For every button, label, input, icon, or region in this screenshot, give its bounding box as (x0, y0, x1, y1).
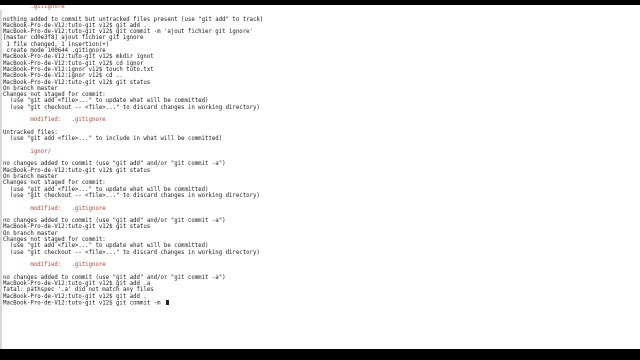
terminal-line-text: (use "git add <file>..." to update what … (3, 98, 209, 105)
terminal-line: (use "git checkout -- <file>..." to disc… (3, 250, 263, 256)
terminal-line-text: On branch master (3, 85, 58, 92)
terminal-line-text: Changes not staged for commit: (3, 236, 106, 243)
terminal-window[interactable]: .gitignore nothing added to commit but un… (0, 5, 640, 349)
terminal-line-text: .gitignore (3, 5, 65, 10)
terminal-prompt-line[interactable]: MacBook-Pro-de-V12:tuto-git v12$ git com… (3, 299, 263, 307)
terminal-line-text: MacBook-Pro-de-V12:tuto-git v12$ mkdir i… (3, 54, 154, 61)
terminal-line-text: no changes added to commit (use "git add… (3, 274, 226, 281)
window-edge (0, 10, 2, 349)
terminal-line-text: (use "git checkout -- <file>..." to disc… (3, 192, 260, 199)
terminal-line-text: MacBook-Pro-de-V12:tuto-git v12$ git sta… (3, 224, 151, 231)
terminal-line-text: (use "git add <file>..." to include in w… (3, 136, 223, 143)
terminal-line-text: MacBook-Pro-de-V12:ignor v12$ touch tuto… (3, 66, 154, 73)
terminal-line-text: On branch master (3, 174, 58, 181)
terminal-line-text: ignor/ (3, 148, 51, 155)
terminal-line-text: 1 file changed, 1 insertion(+) (3, 41, 110, 48)
terminal-line-text: nothing added to commit but untracked fi… (3, 16, 264, 23)
terminal-line-text: (use "git add <file>..." to update what … (3, 186, 209, 193)
terminal-line-text: Changes not staged for commit: (3, 180, 106, 187)
text-cursor (165, 299, 169, 306)
terminal-line-text: On branch master (3, 230, 58, 237)
terminal-line-text: modified: .gitignore (3, 205, 106, 212)
terminal-output: .gitignore nothing added to commit but un… (3, 5, 263, 306)
terminal-line-text: no changes added to commit (use "git add… (3, 218, 226, 225)
terminal-line-text: MacBook-Pro-de-V12:tuto-git v12$ git add… (3, 293, 147, 300)
terminal-line-text: fatal: pathspec '.a' did not match any f… (3, 287, 154, 294)
terminal-line-text: create mode 100644 .gitignore (3, 48, 106, 55)
terminal-line-text: (use "git checkout -- <file>..." to disc… (3, 249, 260, 256)
terminal-line-text: MacBook-Pro-de-V12:tuto-git v12$ git add… (3, 281, 151, 288)
terminal-line: (use "git checkout -- <file>..." to disc… (3, 105, 263, 111)
terminal-line-text: MacBook-Pro-de-V12:tuto-git v12$ git sta… (3, 79, 151, 86)
terminal-line-text: Untracked files: (3, 129, 58, 136)
terminal-line-text: MacBook-Pro-de-V12:ignor v12$ cd .. (3, 73, 123, 80)
terminal-line-text: MacBook-Pro-de-V12:tuto-git v12$ git com… (3, 29, 253, 36)
terminal-line-text: MacBook-Pro-de-V12:tuto-git v12$ git add… (3, 22, 147, 29)
terminal-line-text: Changes not staged for commit: (3, 92, 106, 99)
terminal-line-text: (use "git add <file>..." to update what … (3, 243, 209, 250)
terminal-line-text: [master cd0e3f8] ajout fichier git ignor… (3, 35, 144, 42)
terminal-line-text: MacBook-Pro-de-V12:tuto-git v12$ git sta… (3, 167, 151, 174)
terminal-line-text: modified: .gitignore (3, 262, 106, 269)
terminal-line-text: modified: .gitignore (3, 117, 106, 124)
terminal-line: (use "git checkout -- <file>..." to disc… (3, 193, 263, 199)
terminal-line-text: MacBook-Pro-de-V12:tuto-git v12$ cd igno… (3, 60, 144, 67)
terminal-line-text: no changes added to commit (use "git add… (3, 161, 226, 168)
terminal-line-text: MacBook-Pro-de-V12:tuto-git v12$ git com… (3, 300, 164, 307)
terminal-line-text: (use "git checkout -- <file>..." to disc… (3, 104, 260, 111)
video-frame: .gitignore nothing added to commit but un… (0, 0, 640, 360)
